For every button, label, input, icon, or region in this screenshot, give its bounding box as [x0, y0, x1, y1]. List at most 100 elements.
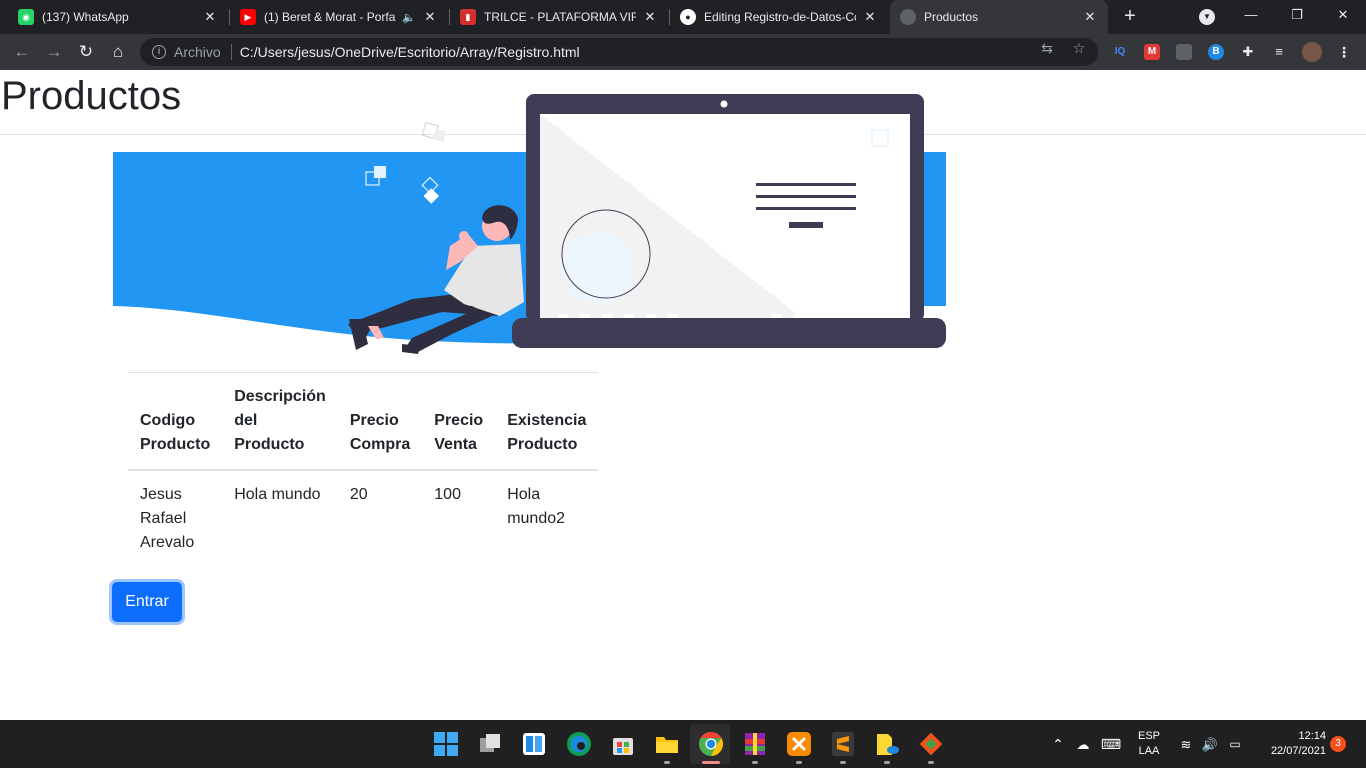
iq-extension-icon[interactable]: IQ	[1112, 44, 1128, 60]
blue-extension-icon[interactable]: B	[1208, 44, 1224, 60]
keyboard-icon[interactable]: ⌨	[1098, 720, 1124, 768]
omnibox-divider	[230, 44, 232, 60]
tab-title: TRILCE - PLATAFORMA VIRTU	[484, 10, 636, 24]
tab-trilce[interactable]: ▮ TRILCE - PLATAFORMA VIRTU ✕	[450, 0, 668, 34]
speaker-icon[interactable]: 🔈	[402, 11, 416, 24]
chrome-icon[interactable]	[698, 731, 724, 757]
enter-button[interactable]: Entrar	[112, 582, 182, 622]
onedrive-warning-icon[interactable]: ☁	[1072, 720, 1094, 768]
language-text: ESP	[1137, 730, 1160, 742]
new-tab-button[interactable]: +	[1118, 4, 1142, 28]
column-header: Codigo Producto	[128, 372, 223, 471]
screen-line	[756, 195, 856, 198]
tab-search-icon[interactable]: ▼	[1199, 9, 1215, 25]
menu-kebab-icon[interactable]: ⋮	[1336, 44, 1352, 60]
git-icon[interactable]	[918, 731, 944, 757]
table-row: Jesus Rafael Arevalo Hola mundo 20 100 H…	[128, 470, 598, 567]
column-header: Existencia Producto	[495, 372, 599, 471]
store-icon[interactable]	[610, 731, 636, 757]
running-indicator	[884, 761, 890, 764]
browser-tab-strip: ◉ (137) WhatsApp ✕ ▶ (1) Beret & Morat -…	[0, 0, 1366, 34]
laptop-camera	[720, 100, 728, 108]
extensions-puzzle-icon[interactable]: ✚	[1240, 44, 1256, 60]
close-icon[interactable]: ✕	[422, 9, 438, 25]
close-icon[interactable]: ✕	[202, 9, 218, 25]
back-arrow-icon[interactable]: ←	[10, 40, 34, 64]
screen-line	[756, 207, 856, 210]
tab-title: (1) Beret & Morat - Porfa	[264, 10, 396, 24]
url-text[interactable]: C:/Users/jesus/OneDrive/Escritorio/Array…	[240, 44, 580, 60]
table-cell: 100	[434, 486, 461, 503]
task-view-icon[interactable]	[478, 732, 502, 756]
widgets-icon[interactable]	[522, 732, 546, 756]
running-indicator	[752, 761, 758, 764]
table-cell: Hola mundo	[234, 486, 321, 503]
volume-icon[interactable]: 🔊	[1200, 720, 1220, 768]
start-icon[interactable]	[434, 732, 458, 756]
screen-line	[789, 222, 823, 228]
edge-icon[interactable]	[566, 731, 592, 757]
table-cell: Jesus Rafael Arevalo	[140, 486, 195, 551]
column-header: Precio Compra	[337, 372, 423, 471]
table-header-row: Codigo Producto Descripción del Producto…	[128, 372, 599, 471]
page-viewport: Productos Codigo Producto Descripción de…	[0, 70, 1366, 720]
chevron-up-icon[interactable]: ⌃	[1048, 720, 1068, 768]
globe-icon	[900, 9, 916, 25]
security-chip[interactable]: Archivo	[174, 44, 221, 60]
column-header: Precio Venta	[422, 372, 496, 471]
gray-extension-icon[interactable]	[1176, 44, 1192, 60]
decor-square	[374, 166, 386, 178]
wifi-icon[interactable]: ≋	[1176, 720, 1196, 768]
translate-icon[interactable]: ⇆	[1038, 40, 1056, 58]
column-header: Descripción del Producto	[222, 372, 338, 471]
minimize-button[interactable]: —	[1228, 0, 1274, 34]
notification-badge[interactable]: 3	[1330, 736, 1346, 752]
info-icon[interactable]: i	[152, 45, 166, 59]
browser-toolbar: ← → ↻ ⌂ i Archivo C:/Users/jesus/OneDriv…	[0, 34, 1366, 70]
input-language-indicator[interactable]: ESP LAA	[1132, 720, 1166, 768]
xampp-icon[interactable]	[786, 731, 812, 757]
sublime-icon[interactable]	[830, 731, 856, 757]
tab-whatsapp[interactable]: ◉ (137) WhatsApp ✕	[8, 0, 228, 34]
close-icon[interactable]: ✕	[862, 9, 878, 25]
running-indicator	[796, 761, 802, 764]
tab-youtube[interactable]: ▶ (1) Beret & Morat - Porfa 🔈 ✕	[230, 0, 448, 34]
windows-taskbar: ⌃ ☁ ⌨ ESP LAA ≋ 🔊 ▭ 12:14 22/07/2021	[0, 720, 1366, 768]
screen-line	[756, 183, 856, 186]
close-icon[interactable]: ✕	[1082, 9, 1098, 25]
decor-square	[432, 128, 447, 143]
running-indicator	[664, 761, 670, 764]
profile-avatar[interactable]	[1302, 42, 1322, 62]
bookmark-star-icon[interactable]: ☆	[1070, 40, 1088, 58]
tab-title: Editing Registro-de-Datos-Cc	[704, 10, 856, 24]
reload-icon[interactable]: ↻	[74, 40, 98, 64]
home-icon[interactable]: ⌂	[106, 40, 130, 64]
clock[interactable]: 12:14 22/07/2021	[1254, 720, 1326, 768]
forward-arrow-icon[interactable]: →	[42, 40, 66, 64]
onedrive-folder-icon[interactable]	[874, 731, 900, 757]
winrar-icon[interactable]	[742, 731, 768, 757]
tab-title: Productos	[924, 10, 979, 24]
address-bar[interactable]: i Archivo C:/Users/jesus/OneDrive/Escrit…	[140, 38, 1098, 66]
table-cell: 20	[349, 486, 368, 503]
tab-github[interactable]: ● Editing Registro-de-Datos-Cc ✕	[670, 0, 888, 34]
red-extension-icon[interactable]: M	[1144, 44, 1160, 60]
time-text: 12:14	[1298, 730, 1326, 742]
tab-productos[interactable]: Productos ✕	[890, 0, 1108, 34]
whatsapp-icon: ◉	[18, 9, 34, 25]
products-table: Codigo Producto Descripción del Producto…	[128, 372, 599, 567]
close-icon[interactable]: ✕	[642, 9, 658, 25]
github-icon: ●	[680, 9, 696, 25]
laptop-base	[512, 318, 946, 348]
trilce-icon: ▮	[460, 9, 476, 25]
battery-icon[interactable]: ▭	[1224, 720, 1246, 768]
restore-button[interactable]: ❐	[1274, 0, 1320, 34]
close-window-button[interactable]: ✕	[1320, 0, 1366, 34]
active-indicator	[702, 761, 720, 764]
media-control-icon[interactable]: ≡	[1271, 44, 1287, 60]
file-explorer-icon[interactable]	[654, 731, 680, 757]
screen-circle-fill	[562, 232, 634, 304]
date-text: 22/07/2021	[1270, 745, 1326, 757]
running-indicator	[840, 761, 846, 764]
hero-illustration	[113, 94, 946, 354]
